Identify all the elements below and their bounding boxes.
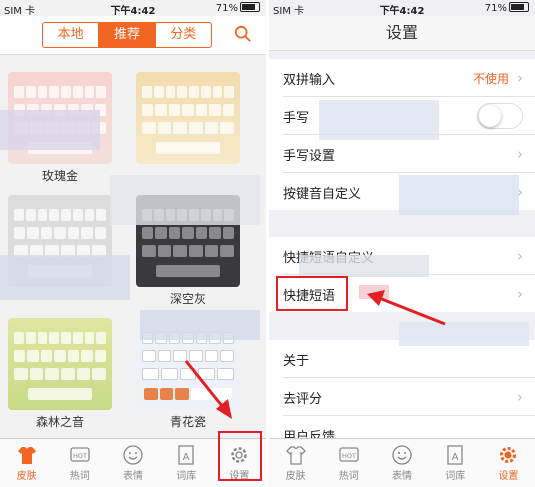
handwriting-toggle[interactable] xyxy=(477,103,523,129)
row-label: 去评分 xyxy=(283,392,323,407)
tab-label: 皮肤 xyxy=(285,471,306,482)
search-icon[interactable] xyxy=(234,25,252,43)
svg-text:A: A xyxy=(452,452,459,463)
svg-text:A: A xyxy=(183,452,190,463)
bottom-tab-bar: 皮肤 HOT 热词 表情 A 词库 设置 xyxy=(269,438,535,487)
skin-screen: SIM 卡 下午4:42 71% 本地 推荐 分类 玫瑰金 深空灰 森林之音 青… xyxy=(0,0,266,487)
row-value: 不使用 xyxy=(472,72,509,86)
theme-name: 森林之音 xyxy=(35,415,84,429)
theme-name: 玫瑰金 xyxy=(41,169,78,183)
page-title: 设置 xyxy=(269,16,535,51)
row-double-pinyin[interactable]: 双拼输入 不使用 › xyxy=(283,59,535,97)
row-rate[interactable]: 去评分 › xyxy=(283,378,535,416)
blur-mosaic xyxy=(399,175,519,215)
settings-screen: SIM 卡 下午4:42 71% 设置 双拼输入 不使用 › 手写 手写设置 ›… xyxy=(269,0,535,487)
blur-mosaic xyxy=(110,175,260,225)
tab-emoji[interactable]: 表情 xyxy=(375,439,428,487)
red-arrow-annotation xyxy=(367,290,446,326)
theme-card-beige[interactable] xyxy=(136,72,240,164)
hot-icon: HOT xyxy=(339,447,359,462)
tab-recommended[interactable]: 推荐 xyxy=(98,23,155,47)
tab-label: 表情 xyxy=(392,471,412,482)
tab-label: 皮肤 xyxy=(16,471,37,482)
row-label: 关于 xyxy=(283,354,310,369)
tab-label: 表情 xyxy=(123,471,143,482)
status-bar: SIM 卡 下午4:42 71% xyxy=(0,0,266,17)
row-label: 双拼输入 xyxy=(283,73,336,88)
theme-preview xyxy=(136,72,240,164)
tab-emoji[interactable]: 表情 xyxy=(106,439,159,487)
tab-label: 词库 xyxy=(176,471,197,482)
blur-mosaic xyxy=(0,110,100,150)
theme-name: 深空灰 xyxy=(169,292,206,306)
settings-group-about: 关于 去评分 › 用户反馈 xyxy=(269,340,535,453)
red-arrow-annotation xyxy=(184,360,232,419)
blur-mosaic xyxy=(140,310,260,340)
blur-mosaic xyxy=(299,255,429,277)
highlight-box-quick-phrase xyxy=(276,276,348,311)
tab-dictionary[interactable]: A 词库 xyxy=(160,439,213,487)
smiley-icon xyxy=(123,445,143,465)
battery-indicator: 71% xyxy=(216,2,260,14)
row-label: 按键音自定义 xyxy=(283,187,362,202)
tab-skin[interactable]: 皮肤 xyxy=(0,439,53,487)
shirt-icon xyxy=(285,446,306,465)
gear-icon xyxy=(500,447,517,463)
chevron-right-icon: › xyxy=(517,285,523,303)
blur-mosaic xyxy=(0,255,130,300)
chevron-right-icon: › xyxy=(517,69,523,87)
tab-label: 热词 xyxy=(338,471,359,482)
highlight-box-settings xyxy=(218,431,262,481)
svg-text:HOT: HOT xyxy=(342,452,356,460)
dictionary-icon: A xyxy=(178,445,194,465)
battery-icon xyxy=(240,2,260,12)
blur-mosaic xyxy=(319,100,439,140)
row-label: 手写 xyxy=(283,111,310,126)
chevron-right-icon: › xyxy=(517,145,523,163)
row-handwriting-settings[interactable]: 手写设置 › xyxy=(283,135,535,173)
smiley-icon xyxy=(392,445,412,465)
svg-text:HOT: HOT xyxy=(73,452,87,460)
battery-percent: 71% xyxy=(484,3,507,14)
battery-indicator: 71% xyxy=(485,2,529,14)
skin-header: 本地 推荐 分类 xyxy=(0,16,266,55)
tab-label: 热词 xyxy=(69,471,90,482)
tab-skin[interactable]: 皮肤 xyxy=(269,439,322,487)
tab-category[interactable]: 分类 xyxy=(154,23,211,47)
hot-icon: HOT xyxy=(70,447,90,462)
row-label: 手写设置 xyxy=(283,149,336,164)
status-bar: SIM 卡 下午4:42 71% xyxy=(269,0,535,17)
battery-percent: 71% xyxy=(215,3,238,14)
chevron-right-icon: › xyxy=(517,388,523,406)
tab-hot-words[interactable]: HOT 热词 xyxy=(322,439,375,487)
tab-dictionary[interactable]: A 词库 xyxy=(429,439,482,487)
tab-settings[interactable]: 设置 xyxy=(482,439,535,487)
tab-hot-words[interactable]: HOT 热词 xyxy=(53,439,106,487)
tab-local[interactable]: 本地 xyxy=(43,23,98,47)
skin-segmented-control: 本地 推荐 分类 xyxy=(42,22,212,48)
theme-preview xyxy=(8,318,112,410)
dictionary-icon: A xyxy=(447,445,463,465)
tab-label: 词库 xyxy=(445,471,466,482)
battery-icon xyxy=(509,2,529,12)
tab-label: 设置 xyxy=(498,471,519,482)
theme-card-forest[interactable]: 森林之音 xyxy=(8,318,112,430)
chevron-right-icon: › xyxy=(517,247,523,265)
shirt-icon xyxy=(17,447,36,464)
